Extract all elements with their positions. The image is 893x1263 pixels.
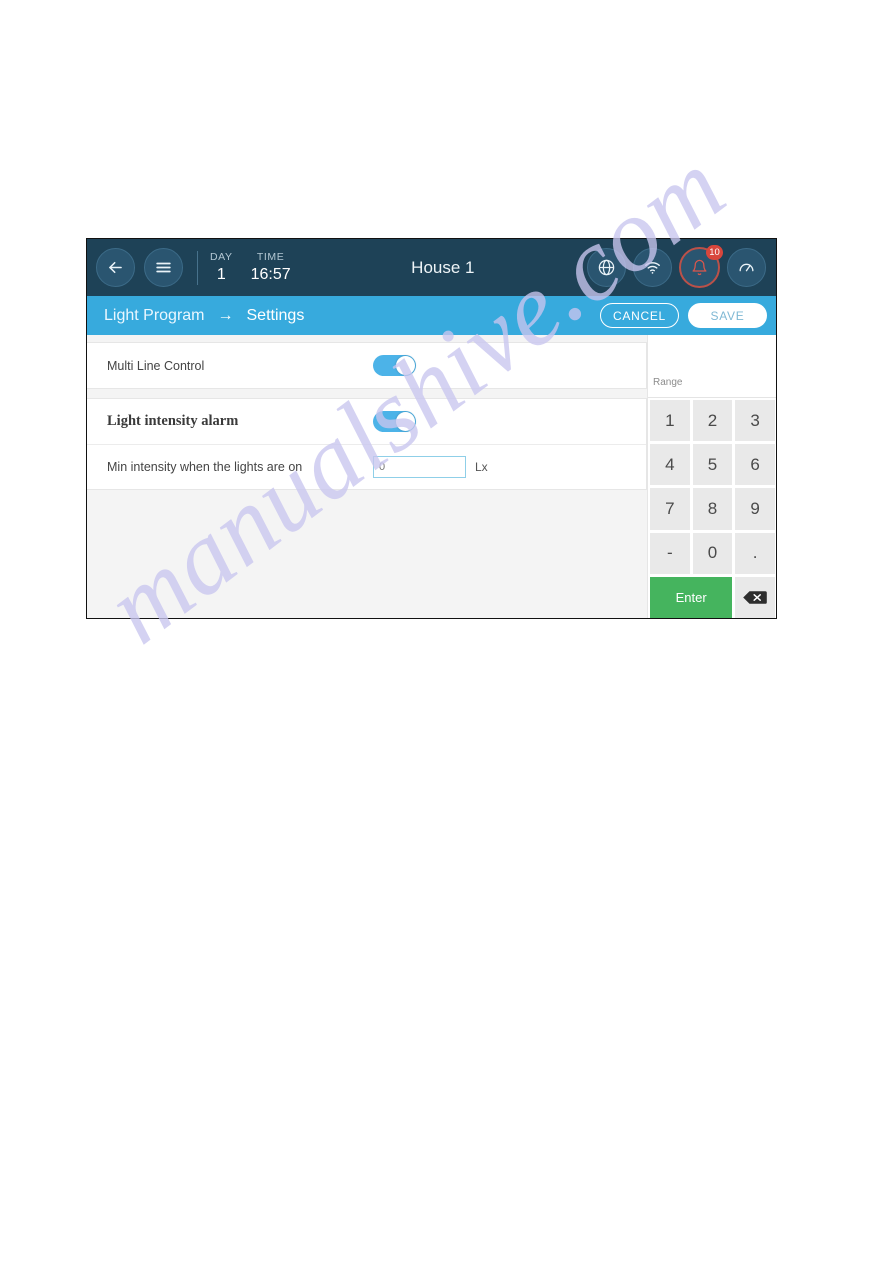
top-bar-icon-group: 10 [587, 245, 766, 288]
key-5[interactable]: 5 [692, 444, 733, 486]
arrow-left-icon [106, 258, 125, 277]
key-6[interactable]: 6 [735, 444, 775, 486]
day-value: 1 [216, 266, 226, 283]
key-9[interactable]: 9 [735, 488, 775, 530]
breadcrumb-bar: Light Program → Settings CANCEL SAVE [87, 296, 776, 335]
settings-card-multi-line: Multi Line Control [87, 342, 647, 389]
top-status-bar: DAY 1 TIME 16:57 House 1 10 [87, 239, 776, 296]
row-label-multi-line-control: Multi Line Control [107, 358, 205, 373]
time-value: 16:57 [250, 266, 291, 283]
time-block: TIME 16:57 [251, 251, 291, 284]
toggle-multi-line-control[interactable] [373, 355, 416, 376]
day-block: DAY 1 [210, 251, 233, 284]
settings-card-light-intensity-alarm: Light intensity alarm Min intensity when… [87, 398, 647, 490]
network-button[interactable] [587, 248, 626, 287]
row-light-intensity-alarm: Light intensity alarm [87, 399, 646, 444]
breadcrumb-parent[interactable]: Light Program [104, 307, 205, 325]
settings-column: Multi Line Control Light intensity alarm [87, 335, 647, 618]
cancel-button[interactable]: CANCEL [600, 303, 679, 328]
hamburger-menu-icon [154, 258, 173, 277]
key-3[interactable]: 3 [735, 400, 775, 442]
device-screen-panel: DAY 1 TIME 16:57 House 1 10 Light Progra… [86, 238, 777, 619]
page-title: House 1 [411, 257, 475, 277]
key-enter[interactable]: Enter [650, 576, 733, 618]
range-label: Range [653, 377, 683, 388]
main-body: Multi Line Control Light intensity alarm [87, 335, 776, 618]
toggle-knob [396, 412, 415, 431]
row-min-intensity: Min intensity when the lights are on 0 L… [87, 444, 646, 489]
time-label: TIME [256, 251, 285, 263]
key-1[interactable]: 1 [650, 400, 690, 442]
bell-icon [691, 259, 708, 276]
save-button[interactable]: SAVE [688, 303, 767, 328]
row-label-min-intensity: Min intensity when the lights are on [107, 460, 303, 474]
gauge-icon [737, 258, 756, 277]
range-display: Range [648, 335, 776, 398]
globe-icon [597, 258, 616, 277]
row-label-light-intensity-alarm: Light intensity alarm [107, 413, 239, 429]
min-intensity-unit-label: Lx [475, 460, 488, 474]
header-divider [197, 250, 198, 285]
numeric-keypad-panel: Range 1 2 3 4 5 6 7 8 9 - 0 . Enter [647, 335, 776, 618]
row-multi-line-control: Multi Line Control [87, 343, 646, 388]
key-0[interactable]: 0 [692, 532, 733, 574]
wifi-button[interactable] [633, 248, 672, 287]
day-label: DAY [210, 251, 233, 263]
key-8[interactable]: 8 [692, 488, 733, 530]
toggle-light-intensity-alarm[interactable] [373, 411, 416, 432]
dashboard-button[interactable] [727, 248, 766, 287]
key-decimal-point[interactable]: . [735, 532, 775, 574]
page-root: manualshive.com DAY 1 TIME 16:57 House 1… [0, 0, 893, 1263]
key-minus[interactable]: - [650, 532, 690, 574]
key-4[interactable]: 4 [650, 444, 690, 486]
wifi-icon [643, 258, 662, 277]
breadcrumb-current: Settings [246, 306, 305, 324]
key-2[interactable]: 2 [692, 400, 733, 442]
back-button[interactable] [96, 248, 135, 287]
key-backspace[interactable] [735, 576, 775, 618]
min-intensity-input[interactable]: 0 [373, 456, 466, 478]
keypad-grid: 1 2 3 4 5 6 7 8 9 - 0 . Enter [648, 398, 776, 618]
alarm-count-badge: 10 [706, 245, 723, 260]
toggle-knob [396, 356, 415, 375]
alarms-button[interactable]: 10 [679, 245, 723, 288]
menu-button[interactable] [144, 248, 183, 287]
key-7[interactable]: 7 [650, 488, 690, 530]
backspace-icon [742, 590, 768, 605]
breadcrumb-arrow-icon: → [217, 306, 234, 324]
